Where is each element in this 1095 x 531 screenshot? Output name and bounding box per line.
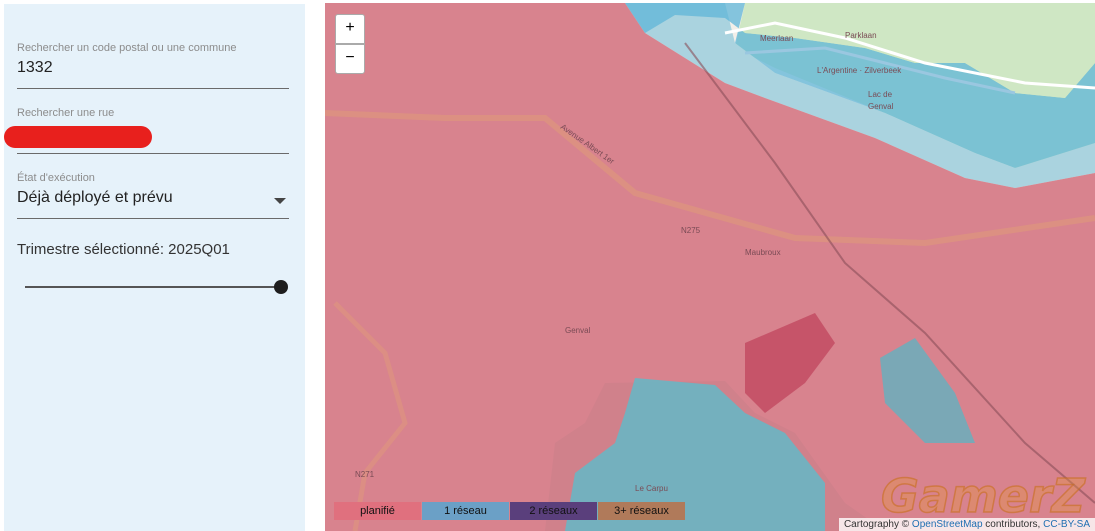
- street-search-label: Rechercher une rue: [17, 107, 115, 119]
- sidebar: Rechercher un code postal ou une commune…: [4, 4, 305, 531]
- map-attribution: Cartography © OpenStreetMap contributors…: [838, 518, 1095, 531]
- license-link[interactable]: CC-BY-SA: [1043, 519, 1090, 530]
- map-label-lac: Lac de: [868, 90, 893, 99]
- selected-quarter-text: Trimestre sélectionné: 2025Q01: [17, 241, 230, 258]
- map-label-n271: N271: [355, 470, 375, 479]
- street-search-field[interactable]: Rechercher une rue: [4, 107, 289, 154]
- legend-item-one-network: 1 réseau: [422, 502, 509, 520]
- postal-search-input[interactable]: 1332: [17, 59, 289, 77]
- attribution-prefix: Cartography ©: [843, 519, 912, 530]
- attribution-middle: contributors,: [982, 519, 1044, 530]
- slider-track[interactable]: [25, 286, 281, 288]
- zoom-in-button[interactable]: +: [335, 14, 365, 44]
- redacted-street-value: [4, 126, 152, 148]
- map-label-n275: N275: [681, 226, 701, 235]
- legend-item-three-plus-networks: 3+ réseaux: [598, 502, 685, 520]
- osm-link[interactable]: OpenStreetMap: [912, 519, 983, 530]
- quarter-slider[interactable]: [25, 277, 289, 297]
- map-label-lac2: Genval: [868, 102, 894, 111]
- slider-thumb[interactable]: [274, 280, 288, 294]
- map-label-genval: Genval: [565, 326, 591, 335]
- legend-item-planned: planifié: [334, 502, 421, 520]
- postal-search-field[interactable]: Rechercher un code postal ou une commune…: [17, 42, 289, 89]
- map-label-meerlaan: Meerlaan: [760, 34, 793, 43]
- map-canvas[interactable]: Genval Maubroux Lac de Genval L'Argentin…: [325, 3, 1095, 531]
- execution-status-select[interactable]: État d'exécution Déjà déployé et prévu: [17, 172, 289, 219]
- watermark-logo: GamerZ: [880, 468, 1085, 524]
- map[interactable]: Genval Maubroux Lac de Genval L'Argentin…: [325, 3, 1095, 531]
- map-label-le-carpu: Le Carpu: [635, 484, 668, 493]
- map-legend: planifié 1 réseau 2 réseaux 3+ réseaux: [334, 502, 686, 520]
- postal-search-label: Rechercher un code postal ou une commune: [17, 42, 237, 54]
- dropdown-arrow-icon[interactable]: [274, 198, 286, 204]
- map-label-maubroux: Maubroux: [745, 248, 781, 257]
- map-label-parklaan: Parklaan: [845, 31, 877, 40]
- map-label-argentine: L'Argentine · Zilverbeek: [817, 66, 902, 75]
- execution-status-value: Déjà déployé et prévu: [17, 189, 173, 206]
- legend-item-two-networks: 2 réseaux: [510, 502, 597, 520]
- zoom-out-button[interactable]: −: [335, 44, 365, 74]
- execution-status-label: État d'exécution: [17, 172, 95, 184]
